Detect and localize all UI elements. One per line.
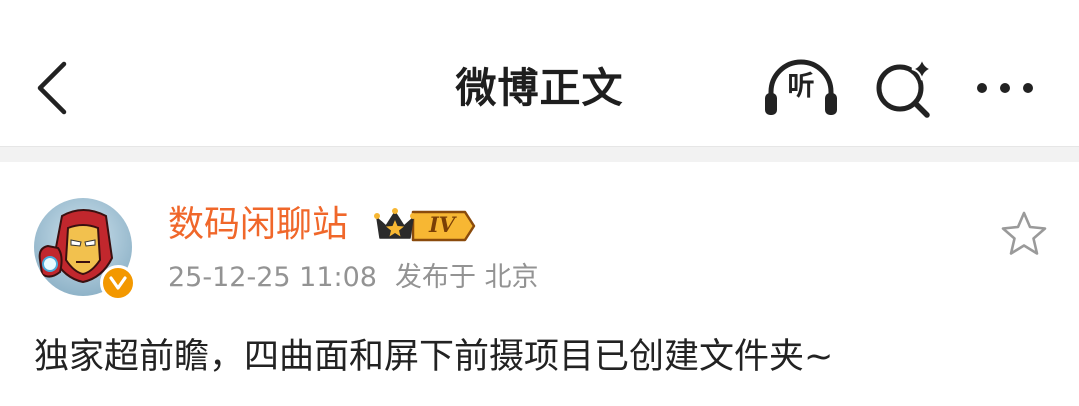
favorite-button[interactable] — [998, 208, 1050, 260]
search-button[interactable] — [872, 56, 938, 120]
listen-label: 听 — [787, 71, 815, 102]
post-timestamp: 25-12-25 11:08 — [168, 262, 377, 293]
listen-button[interactable]: 听 — [762, 56, 840, 120]
top-nav-bar: 微博正文 听 — [0, 0, 1079, 146]
section-divider — [0, 146, 1079, 162]
vip-level-label: IV — [428, 212, 456, 237]
ellipsis-icon — [977, 83, 1033, 93]
more-button[interactable] — [972, 68, 1038, 108]
verified-badge — [100, 265, 136, 301]
star-outline-icon — [1001, 211, 1047, 255]
text-fade-overlay — [880, 376, 1079, 406]
post-text: 独家超前瞻，四曲面和屏下前摄项目已创建文件夹~ — [34, 337, 834, 377]
verified-v-icon — [109, 276, 127, 290]
post-location: 发布于 北京 — [394, 262, 539, 293]
vip-badge[interactable]: IV — [373, 206, 477, 246]
post-meta: 25-12-25 11:08 发布于 北京 — [168, 258, 539, 298]
author-name[interactable]: 数码闲聊站 — [168, 200, 348, 250]
sparkle-search-icon — [876, 57, 933, 118]
